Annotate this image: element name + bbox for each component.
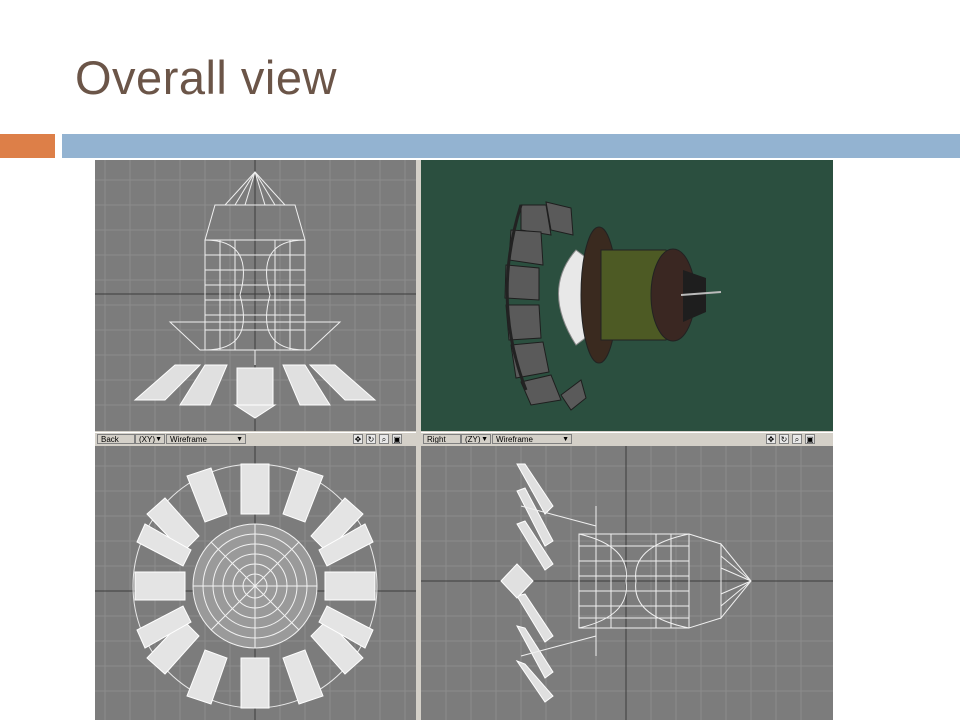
- rotate-icon[interactable]: ↻: [779, 434, 789, 444]
- maximize-icon[interactable]: ▣: [805, 434, 815, 444]
- accent-bar-orange: [0, 134, 55, 158]
- mode-select-right[interactable]: Wireframe ▼: [492, 434, 572, 444]
- shaded-perspective-view: [504, 201, 722, 411]
- modeler-screenshot: Back (XY) ▼ Wireframe ▼ ✥ ↻ ⌕ ▣ Right (Z…: [95, 160, 833, 720]
- wireframe-front-view: [95, 160, 416, 431]
- viewport-toolbar-right: Right (ZY) ▼ Wireframe ▼ ✥ ↻ ⌕ ▣: [421, 432, 833, 447]
- view-select-back-label: Back: [101, 435, 119, 444]
- wireframe-back-view: [95, 446, 416, 720]
- wireframe-side-view: [421, 446, 833, 720]
- viewport-toolbar-back: Back (XY) ▼ Wireframe ▼ ✥ ↻ ⌕ ▣: [95, 432, 416, 447]
- viewport-top-right[interactable]: [421, 160, 833, 431]
- mode-select-back-label: Wireframe: [170, 435, 207, 444]
- axis-select-right-label: (ZY): [465, 435, 481, 444]
- axis-select-back-label: (XY): [139, 435, 155, 444]
- chevron-down-icon: ▼: [562, 436, 569, 443]
- slide-title: Overall view: [75, 51, 337, 104]
- move-icon[interactable]: ✥: [766, 434, 776, 444]
- maximize-icon[interactable]: ▣: [392, 434, 402, 444]
- view-select-right-label: Right: [427, 435, 446, 444]
- viewport-top-left[interactable]: [95, 160, 416, 431]
- axis-select-right[interactable]: (ZY) ▼: [461, 434, 491, 444]
- zoom-icon[interactable]: ⌕: [792, 434, 802, 444]
- chevron-down-icon: ▼: [236, 436, 243, 443]
- move-icon[interactable]: ✥: [353, 434, 363, 444]
- chevron-down-icon: ▼: [155, 436, 162, 443]
- chevron-down-icon: ▼: [481, 436, 488, 443]
- rotate-icon[interactable]: ↻: [366, 434, 376, 444]
- zoom-icon[interactable]: ⌕: [379, 434, 389, 444]
- axis-select-back[interactable]: (XY) ▼: [135, 434, 165, 444]
- viewport-bottom-right[interactable]: [421, 446, 833, 720]
- view-select-right[interactable]: Right: [423, 434, 461, 444]
- accent-bar-blue: [62, 134, 960, 158]
- mode-select-back[interactable]: Wireframe ▼: [166, 434, 246, 444]
- mode-select-right-label: Wireframe: [496, 435, 533, 444]
- view-select-back[interactable]: Back: [97, 434, 135, 444]
- viewport-bottom-left[interactable]: [95, 446, 416, 720]
